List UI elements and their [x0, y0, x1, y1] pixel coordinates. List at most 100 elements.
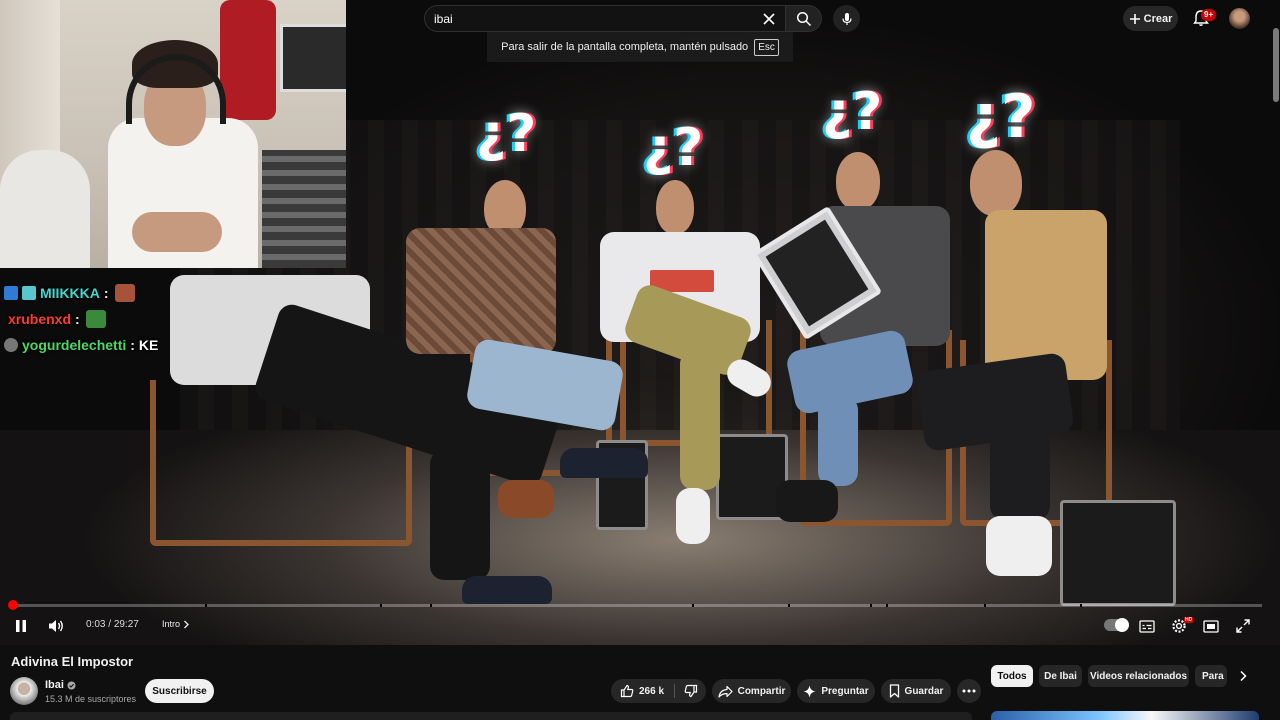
video-title: Adivina El Impostor — [11, 654, 134, 669]
more-icon — [962, 689, 976, 693]
more-actions-button[interactable] — [957, 679, 981, 703]
streamer-webcam — [0, 0, 346, 268]
like-button[interactable]: 266 k — [611, 679, 673, 703]
description-box[interactable] — [10, 712, 972, 720]
ask-button[interactable]: Preguntar — [797, 679, 875, 703]
sparkle-icon — [803, 685, 816, 698]
time-separator: / — [108, 619, 112, 630]
thumbs-down-icon — [684, 684, 698, 698]
mic-icon — [840, 12, 854, 26]
chat-message: yogurdelechetti : KE — [4, 332, 334, 358]
share-icon — [717, 685, 733, 698]
chat-message: xrubenxd : — [4, 306, 334, 332]
pause-button[interactable] — [12, 617, 30, 635]
chapter-marker — [692, 604, 694, 607]
miniplayer-button[interactable] — [1202, 617, 1220, 635]
chat-text: KE — [138, 337, 159, 353]
chat-emote-icon — [85, 310, 106, 328]
question-mark-graphic: ¿? — [822, 82, 883, 142]
account-avatar[interactable] — [1229, 8, 1250, 29]
chapter-title: Intro — [162, 619, 181, 629]
question-mark-graphic: ¿? — [966, 82, 1036, 152]
person-pants — [990, 430, 1050, 520]
question-mark-graphic: ¿? — [476, 104, 537, 164]
like-count: 266 k — [638, 685, 665, 697]
miniplayer-icon — [1203, 619, 1219, 633]
voice-search-button[interactable] — [833, 5, 860, 32]
sneaker — [986, 516, 1052, 576]
subscriber-count: 15.3 M de suscriptores — [45, 694, 137, 704]
save-button[interactable]: Guardar — [881, 679, 951, 703]
pause-icon — [15, 619, 27, 633]
chat-message: MIIKKKA : — [4, 280, 334, 306]
monitor — [280, 24, 346, 92]
scrubber-handle[interactable] — [8, 600, 18, 610]
sneaker — [676, 488, 710, 544]
dislike-button[interactable] — [675, 679, 706, 703]
stream-chat-overlay: MIIKKKA : xrubenxd : yogurdelechetti : K… — [4, 280, 334, 358]
page-scrollbar[interactable] — [1272, 0, 1280, 720]
thumbs-up-icon — [620, 684, 634, 698]
chevron-right-icon — [1239, 670, 1247, 682]
boot — [498, 480, 554, 518]
chair-back — [0, 150, 90, 268]
chapter-marker — [1080, 604, 1082, 607]
current-time: 0:03 — [86, 619, 106, 630]
share-label: Compartir — [737, 685, 786, 697]
channel-avatar[interactable] — [10, 677, 38, 705]
sneaker — [462, 576, 552, 604]
channel-name: Ibai — [45, 679, 64, 691]
chat-separator: : — [130, 337, 135, 353]
related-video-thumbnail[interactable] — [991, 711, 1259, 720]
person-legs — [430, 450, 490, 580]
search-query: ibai — [434, 11, 453, 26]
chat-emote-icon — [114, 284, 135, 302]
chapter-marker — [205, 604, 207, 607]
chat-separator: : — [75, 311, 80, 327]
verified-icon — [67, 681, 76, 690]
esc-key: Esc — [754, 38, 779, 56]
question-mark-graphic: ¿? — [643, 118, 704, 178]
chips-next-button[interactable] — [1232, 665, 1254, 687]
sneaker — [776, 480, 838, 522]
chip-de-ibai[interactable]: De Ibai — [1039, 665, 1082, 687]
chat-badge-icon — [4, 338, 18, 352]
bookmark-icon — [889, 684, 900, 698]
channel-name-link[interactable]: Ibai — [45, 679, 76, 691]
scrollbar-thumb[interactable] — [1273, 28, 1279, 102]
autoplay-toggle[interactable] — [1104, 618, 1129, 632]
chapter-marker — [430, 604, 432, 607]
subtitles-button[interactable] — [1138, 617, 1156, 635]
search-button[interactable] — [786, 5, 822, 32]
ask-label: Preguntar — [821, 685, 869, 697]
progress-bar[interactable] — [8, 600, 1262, 610]
chat-separator: : — [103, 285, 109, 301]
volume-icon — [47, 618, 65, 634]
search-input[interactable]: ibai — [424, 5, 786, 32]
shelf — [262, 150, 346, 268]
notice-text: Para salir de la pantalla completa, mant… — [501, 41, 749, 53]
duration: 29:27 — [113, 619, 139, 630]
chip-para[interactable]: Para — [1195, 665, 1227, 687]
hd-badge: HD — [1184, 617, 1194, 623]
exit-fullscreen-icon — [1236, 619, 1250, 633]
chat-badge-icon — [22, 286, 36, 300]
create-label: Crear — [1143, 12, 1173, 25]
create-button[interactable]: Crear — [1123, 6, 1178, 31]
subscribe-button[interactable]: Suscribirse — [145, 679, 214, 703]
exit-fullscreen-button[interactable] — [1234, 617, 1252, 635]
plus-icon — [1129, 13, 1141, 25]
chevron-right-icon — [183, 620, 190, 629]
share-button[interactable]: Compartir — [712, 679, 791, 703]
clear-icon[interactable] — [761, 11, 777, 27]
time-display: 0:03 / 29:27 — [86, 619, 139, 630]
subtitles-icon — [1139, 619, 1155, 633]
sneaker — [560, 448, 648, 478]
chip-todos[interactable]: Todos — [991, 665, 1033, 687]
chapter-marker — [984, 604, 986, 607]
search-icon — [796, 11, 812, 27]
chapter-button[interactable]: Intro — [162, 619, 190, 629]
mute-button[interactable] — [46, 617, 66, 635]
chip-videos-relacionados[interactable]: Videos relacionados — [1088, 665, 1189, 687]
like-dislike-group: 266 k — [611, 679, 706, 703]
